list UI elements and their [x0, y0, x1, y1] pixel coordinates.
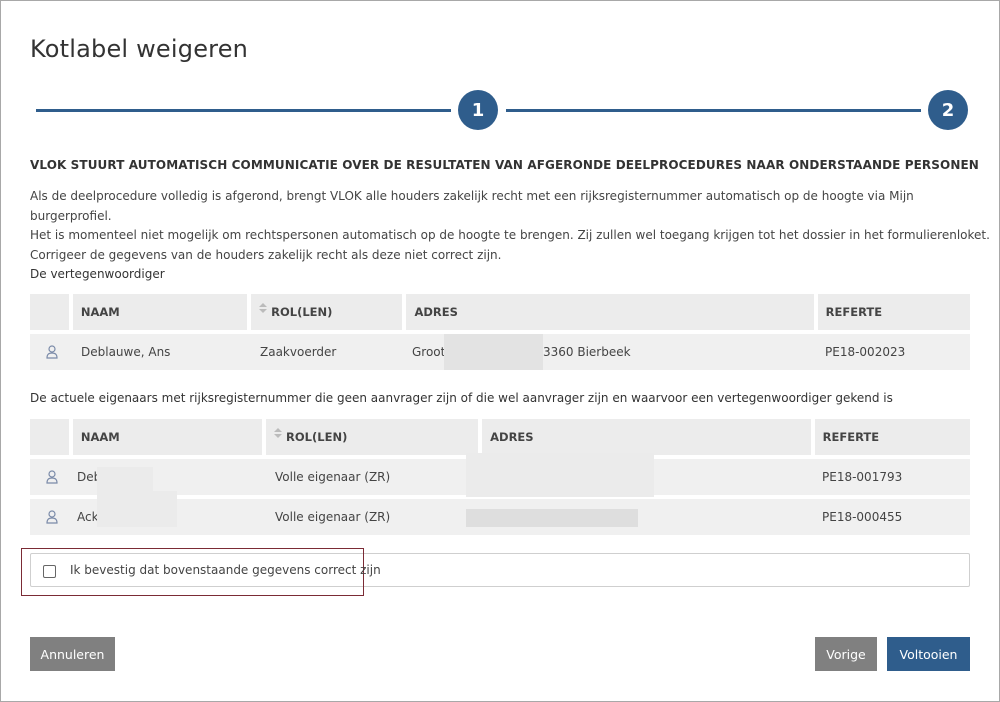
redacted-area — [466, 453, 654, 497]
user-icon — [46, 345, 58, 359]
confirm-checkbox[interactable] — [43, 565, 56, 578]
column-header-label: REFERTE — [825, 305, 883, 319]
owners-table: NAAM ROL(LEN) ADRES REFERTE Deb Volle ei… — [30, 419, 970, 539]
stepper-line-1 — [36, 109, 451, 112]
redacted-area — [466, 509, 638, 527]
user-icon — [46, 510, 58, 524]
cell-reference: PE18-002023 — [817, 334, 970, 370]
info-text: Als de deelprocedure volledig is afgeron… — [30, 187, 999, 265]
cell-address — [466, 453, 814, 497]
cell-name: Deb — [73, 459, 267, 503]
user-icon — [46, 470, 58, 484]
cell-reference: PE18-001793 — [814, 459, 970, 495]
column-header-label: NAAM — [80, 430, 120, 444]
table-header-row: NAAM ROL(LEN) ADRES REFERTE — [30, 419, 970, 455]
confirm-label[interactable]: Ik bevestig dat bovenstaande gegevens co… — [70, 563, 381, 577]
finish-button[interactable]: Voltooien — [887, 637, 970, 671]
column-header-address[interactable]: ADRES — [406, 294, 814, 330]
cell-role: Zaakvoerder — [252, 334, 406, 370]
table-row[interactable]: Ack Volle eigenaar (ZR) PE18-000455 — [30, 491, 970, 535]
representative-table: NAAM ROL(LEN) ADRES REFERTE Deblauwe, An… — [30, 294, 970, 374]
cell-role: Volle eigenaar (ZR) — [267, 499, 482, 535]
column-header-name[interactable]: NAAM — [72, 419, 263, 455]
table-row[interactable]: Deblauwe, Ans Zaakvoerder Groot 3360 Bie… — [30, 334, 970, 370]
info-line: Het is momenteel niet mogelijk om rechts… — [30, 228, 990, 242]
stepper-line-2 — [506, 109, 921, 112]
info-line: Corrigeer de gegevens van de houders zak… — [30, 247, 502, 262]
column-header-role[interactable]: ROL(LEN) — [251, 294, 403, 330]
modal-title: Kotlabel weigeren — [30, 35, 249, 63]
column-header-label: ADRES — [414, 305, 458, 319]
cell-address — [466, 499, 814, 535]
column-header-name[interactable]: NAAM — [72, 294, 248, 330]
cell-name: Deblauwe, Ans — [73, 334, 252, 370]
header-icon-cell — [30, 294, 69, 330]
column-header-role[interactable]: ROL(LEN) — [266, 419, 479, 455]
stepper-step-1: 1 — [458, 90, 498, 130]
address-start: Groot — [412, 345, 446, 359]
redacted-area — [97, 491, 177, 527]
row-icon-cell — [30, 334, 73, 370]
cancel-button[interactable]: Annuleren — [30, 637, 115, 671]
column-header-label: ROL(LEN) — [271, 305, 333, 319]
column-header-label: ROL(LEN) — [286, 430, 348, 444]
column-header-reference[interactable]: REFERTE — [817, 294, 970, 330]
cell-role: Volle eigenaar (ZR) — [267, 459, 482, 495]
stepper-step-2: 2 — [928, 90, 968, 130]
owners-label: De actuele eigenaars met rijksregisternu… — [30, 391, 893, 405]
info-line: Als de deelprocedure volledig is afgeron… — [30, 189, 914, 223]
cell-reference: PE18-000455 — [814, 499, 970, 535]
table-header-row: NAAM ROL(LEN) ADRES REFERTE — [30, 294, 970, 330]
info-heading: VLOK STUURT AUTOMATISCH COMMUNICATIE OVE… — [30, 158, 979, 172]
previous-button[interactable]: Vorige — [815, 637, 877, 671]
row-icon-cell — [30, 459, 73, 495]
header-icon-cell — [30, 419, 69, 455]
modal-dialog: Kotlabel weigeren 1 2 VLOK STUURT AUTOMA… — [0, 0, 1000, 702]
column-header-label: ADRES — [490, 430, 534, 444]
name-visible: Ack — [77, 510, 99, 524]
sort-icon[interactable] — [259, 303, 268, 313]
row-icon-cell — [30, 499, 73, 535]
column-header-address[interactable]: ADRES — [482, 419, 811, 455]
sort-icon[interactable] — [274, 428, 283, 438]
representative-label: De vertegenwoordiger — [30, 267, 165, 281]
table-row[interactable]: Deb Volle eigenaar (ZR) PE18-001793 — [30, 453, 970, 503]
cell-address: Groot 3360 Bierbeek — [406, 334, 817, 370]
column-header-reference[interactable]: REFERTE — [814, 419, 970, 455]
column-header-label: REFERTE — [822, 430, 880, 444]
cell-name: Ack — [73, 491, 267, 535]
redacted-area — [444, 334, 543, 370]
column-header-label: NAAM — [80, 305, 120, 319]
address-end: 3360 Bierbeek — [543, 345, 631, 359]
